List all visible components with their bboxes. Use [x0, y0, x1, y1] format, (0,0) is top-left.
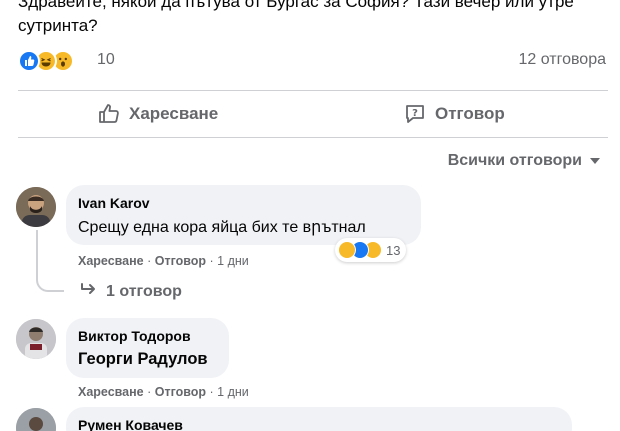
comment-bubble: Виктор Тодоров Георги Радулов: [66, 318, 229, 378]
comment-text[interactable]: Георги Радулов: [78, 350, 208, 369]
view-replies-link[interactable]: 1 отговор: [80, 282, 182, 301]
comment-reactions[interactable]: 13: [335, 238, 407, 262]
comment-author[interactable]: Румен Ковачев: [78, 417, 183, 431]
divider: [18, 137, 608, 138]
thread-line: [36, 230, 64, 292]
comment-reaction-count: 13: [386, 242, 401, 258]
comment-meta: Харесване · Отговор · 1 дни: [78, 385, 249, 399]
like-icon: [18, 50, 40, 72]
comment-meta: Харесване · Отговор · 1 дни: [78, 254, 249, 268]
comment-bubble: Ivan Karov Срещу една кора яйца бих те в…: [66, 185, 421, 245]
avatar[interactable]: [16, 319, 56, 359]
divider: [18, 90, 608, 91]
avatar[interactable]: [16, 187, 56, 227]
reaction-count[interactable]: 10: [97, 51, 115, 69]
comment-time[interactable]: 1 дни: [217, 254, 249, 268]
avatar[interactable]: [16, 408, 56, 431]
svg-text:?: ?: [412, 108, 418, 119]
comment-icon: ?: [403, 102, 427, 126]
comment-reply-link[interactable]: Отговор: [155, 385, 206, 399]
post-text: Здравейте, някой да пътува от Бургас за …: [18, 0, 574, 35]
all-replies-label: Всички отговори: [447, 152, 582, 169]
haha-icon: [338, 241, 356, 259]
comment-like-link[interactable]: Харесване: [78, 385, 144, 399]
reply-button[interactable]: ? Отговор: [403, 99, 505, 129]
caret-down-icon: [590, 158, 600, 164]
post-reactions-bar[interactable]: 10 12 отговора: [18, 48, 606, 74]
comment-reply-link[interactable]: Отговор: [155, 254, 206, 268]
comment-bubble: Румен Ковачев: [66, 407, 572, 431]
all-replies-dropdown[interactable]: Всички отговори: [448, 152, 600, 170]
comment-time[interactable]: 1 дни: [217, 385, 249, 399]
reply-arrow-icon: [80, 282, 98, 301]
thumbs-up-icon: [97, 102, 121, 126]
like-button[interactable]: Харесване: [97, 99, 218, 129]
comment-author[interactable]: Ivan Karov: [78, 195, 150, 211]
like-button-label: Харесване: [129, 104, 219, 123]
replies-count-link[interactable]: 12 отговора: [518, 51, 606, 69]
view-replies-label: 1 отговор: [106, 282, 182, 300]
comment-like-link[interactable]: Харесване: [78, 254, 144, 268]
reply-button-label: Отговор: [435, 104, 505, 123]
comment-author[interactable]: Виктор Тодоров: [78, 328, 191, 344]
comment-text: Срещу една кора яйца бих те вրътнал: [78, 219, 366, 236]
